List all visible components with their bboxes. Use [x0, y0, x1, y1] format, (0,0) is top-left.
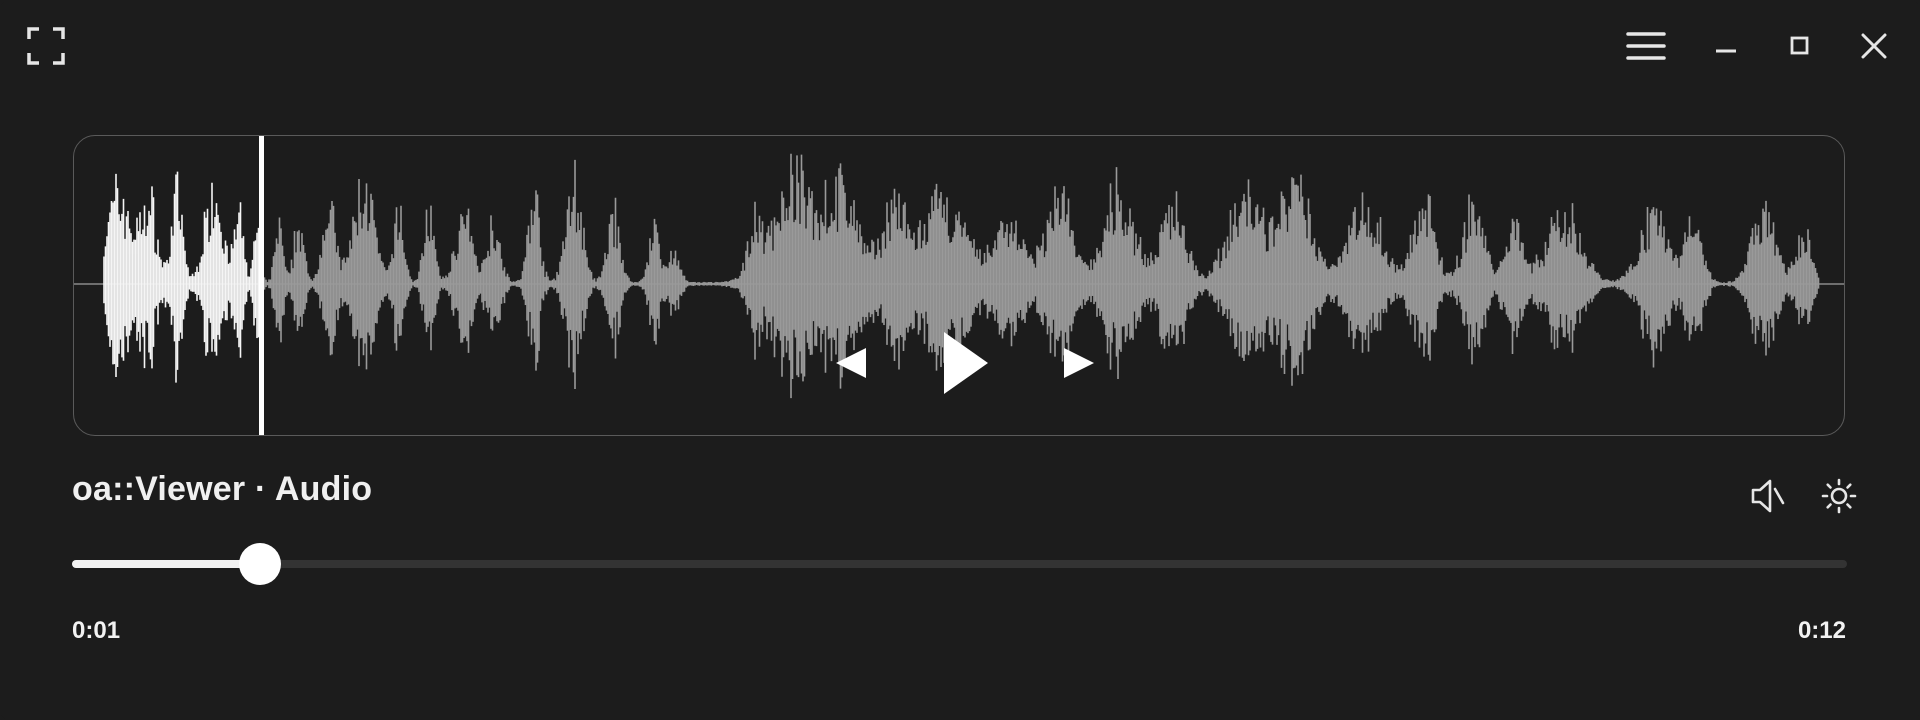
- close-icon: [1861, 33, 1887, 59]
- minimize-icon: [1716, 49, 1736, 53]
- maximize-button[interactable]: [1774, 20, 1826, 72]
- fullscreen-icon: [27, 27, 65, 65]
- play-icon: [944, 332, 988, 394]
- maximize-icon: [1790, 36, 1809, 55]
- previous-icon: [836, 348, 866, 378]
- seek-bar-thumb[interactable]: [239, 543, 282, 585]
- next-button[interactable]: [1052, 336, 1106, 390]
- seek-bar[interactable]: [72, 543, 1847, 585]
- close-button[interactable]: [1848, 20, 1900, 72]
- brightness-settings-icon: [1821, 478, 1857, 514]
- track-title: oa::Viewer · Audio: [72, 470, 373, 508]
- current-time: 0:01: [72, 617, 121, 644]
- hamburger-menu-icon: [1626, 32, 1666, 60]
- volume-button[interactable]: [1744, 470, 1792, 522]
- audio-viewer-window: oa::Viewer · Audio 0:01 0:12: [0, 0, 1920, 720]
- waveform-panel[interactable]: [73, 135, 1845, 436]
- play-button[interactable]: [926, 321, 1006, 405]
- playhead[interactable]: [259, 136, 264, 435]
- settings-button[interactable]: [1814, 470, 1864, 522]
- seek-bar-progress: [72, 560, 261, 568]
- previous-button[interactable]: [824, 336, 878, 390]
- minimize-button[interactable]: [1700, 20, 1752, 72]
- fullscreen-button[interactable]: [20, 20, 72, 72]
- menu-button[interactable]: [1618, 20, 1674, 72]
- total-time: 0:12: [1797, 617, 1846, 644]
- next-icon: [1064, 348, 1094, 378]
- volume-icon: [1751, 479, 1785, 513]
